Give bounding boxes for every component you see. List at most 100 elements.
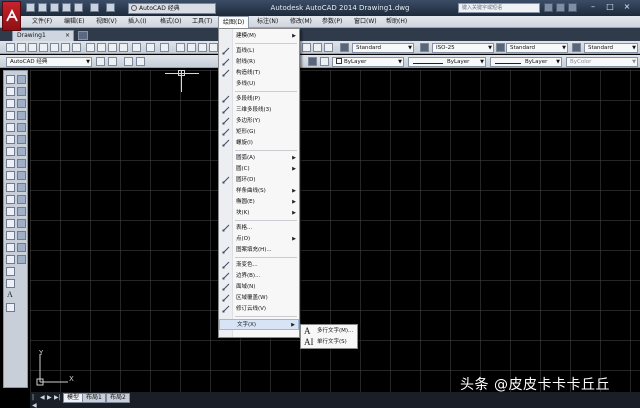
save-icon[interactable]: [50, 3, 59, 12]
menu-window[interactable]: 窗口(W): [350, 16, 381, 28]
prev-tab-icon[interactable]: ◀: [40, 394, 46, 402]
draw-menu-item[interactable]: 射线(R): [219, 57, 299, 68]
design-center-icon[interactable]: [313, 43, 322, 52]
region-tool-icon[interactable]: [6, 267, 15, 276]
draw-menu-item[interactable]: 圆(C) ▶: [219, 164, 299, 175]
new-tab-button[interactable]: [78, 31, 88, 40]
search-icon[interactable]: [544, 3, 553, 12]
block-editor-icon[interactable]: [132, 43, 141, 52]
break-tool-icon[interactable]: [17, 207, 26, 216]
table-tool-icon[interactable]: [6, 279, 15, 288]
hatch-tool-icon[interactable]: [6, 243, 15, 252]
line-tool-icon[interactable]: [6, 75, 15, 84]
autocad-logo[interactable]: [2, 1, 21, 31]
insert-block-tool-icon[interactable]: [6, 207, 15, 216]
menu-help[interactable]: 帮助(H): [382, 16, 411, 28]
draw-menu-item[interactable]: 点(O) ▶: [219, 234, 299, 245]
search-input[interactable]: 键入关键字或短语: [458, 3, 540, 13]
polyline-tool-icon[interactable]: [6, 99, 15, 108]
draw-menu-item[interactable]: 椭圆(E) ▶: [219, 197, 299, 208]
make-current-icon[interactable]: [308, 57, 317, 66]
save-as-icon[interactable]: [62, 3, 71, 12]
menu-dimension[interactable]: 标注(N): [253, 16, 282, 28]
match-properties-icon[interactable]: [119, 43, 128, 52]
workspace-toolbar-select[interactable]: AutoCAD 经典 ▼: [6, 57, 92, 67]
fillet-tool-icon[interactable]: [17, 243, 26, 252]
layer-previous-icon[interactable]: [124, 57, 133, 66]
draw-menu-item[interactable]: 多段线(P): [219, 94, 299, 105]
single-text-menu-item[interactable]: AI 单行文字(S): [301, 337, 357, 348]
redo-icon[interactable]: [160, 43, 169, 52]
cut-icon[interactable]: [86, 43, 95, 52]
workspace-select[interactable]: AutoCAD 经典: [128, 3, 216, 14]
menu-insert[interactable]: 插入(I): [124, 16, 150, 28]
menu-modify[interactable]: 修改(M): [286, 16, 316, 28]
tab-model[interactable]: 模型: [63, 393, 84, 403]
rectangle-tool-icon[interactable]: [6, 123, 15, 132]
zoom-realtime-icon[interactable]: [187, 43, 196, 52]
draw-menu-item[interactable]: 渐变色...: [219, 260, 299, 271]
draw-menu-item[interactable]: 修订云线(V): [219, 304, 299, 315]
save-icon[interactable]: [28, 43, 37, 52]
close-button[interactable]: ×: [620, 2, 634, 13]
draw-menu-item[interactable]: 边界(B)...: [219, 271, 299, 282]
next-tab-icon[interactable]: ▶: [47, 394, 53, 402]
plotstyle-select[interactable]: ByColor ▼: [566, 57, 638, 67]
minimize-button[interactable]: –: [586, 2, 600, 13]
new-file-icon[interactable]: [26, 3, 35, 12]
draw-menu-item[interactable]: 三维多段线(3): [219, 105, 299, 116]
layer-manager-icon[interactable]: [108, 57, 117, 66]
lineweight-select[interactable]: ByLayer ▼: [490, 57, 562, 67]
publish-icon[interactable]: [61, 43, 70, 52]
draw-menu-item[interactable]: 螺旋(I): [219, 138, 299, 149]
ellipse-tool-icon[interactable]: [6, 183, 15, 192]
draw-menu-item[interactable]: 表格...: [219, 223, 299, 234]
last-tab-icon[interactable]: ▶|: [54, 394, 61, 402]
mtext-menu-item[interactable]: A 多行文字(M)...: [301, 326, 357, 337]
mtext-tool-icon[interactable]: A: [7, 290, 13, 299]
polygon-tool-icon[interactable]: [6, 111, 15, 120]
undo-icon[interactable]: [146, 43, 155, 52]
chamfer-tool-icon[interactable]: [17, 231, 26, 240]
tab-drawing1[interactable]: Drawing1 ×: [12, 30, 74, 41]
first-tab-icon[interactable]: |◀: [32, 394, 38, 408]
draw-menu-item[interactable]: 圆环(D): [219, 175, 299, 186]
mirror-tool-icon[interactable]: [17, 99, 26, 108]
open-file-icon[interactable]: [38, 3, 47, 12]
gradient-tool-icon[interactable]: [6, 255, 15, 264]
color-select[interactable]: ByLayer ▼: [332, 57, 404, 67]
arc-tool-icon[interactable]: [6, 135, 15, 144]
menu-edit[interactable]: 编辑(E): [60, 16, 88, 28]
point-tool-icon[interactable]: [6, 231, 15, 240]
menu-draw[interactable]: 绘图(D): [218, 16, 250, 28]
tab-layout2[interactable]: 布局2: [106, 393, 130, 403]
layer-state-icon[interactable]: [136, 57, 145, 66]
draw-menu-item[interactable]: 多线(U): [219, 79, 299, 90]
pan-icon[interactable]: [176, 43, 185, 52]
layer-isolate-icon[interactable]: [320, 57, 329, 66]
text-style-select[interactable]: Standard ▼: [352, 43, 414, 53]
draw-menu-item[interactable]: 样条曲线(S) ▶: [219, 186, 299, 197]
menu-file[interactable]: 文件(F): [28, 16, 56, 28]
trim-tool-icon[interactable]: [17, 183, 26, 192]
user-icon[interactable]: [556, 3, 565, 12]
draw-menu-item[interactable]: 圆弧(A) ▶: [219, 153, 299, 164]
menu-tools[interactable]: 工具(T): [188, 16, 216, 28]
spline-tool-icon[interactable]: [6, 171, 15, 180]
draw-menu-item[interactable]: 多边形(Y): [219, 116, 299, 127]
offset-tool-icon[interactable]: [17, 111, 26, 120]
table-style-select[interactable]: Standard ▼: [506, 43, 568, 53]
copy-tool-icon[interactable]: [17, 87, 26, 96]
preview-icon[interactable]: [50, 43, 59, 52]
draw-menu-item[interactable]: 文字(X) ▶: [219, 319, 299, 330]
circle-tool-icon[interactable]: [6, 147, 15, 156]
rotate-tool-icon[interactable]: [17, 147, 26, 156]
draw-menu-item[interactable]: 直线(L): [219, 46, 299, 57]
stretch-tool-icon[interactable]: [17, 171, 26, 180]
new-icon[interactable]: [6, 43, 15, 52]
3d-dwf-icon[interactable]: [72, 43, 81, 52]
linetype-select[interactable]: ByLayer ▼: [408, 57, 486, 67]
zoom-previous-icon[interactable]: [209, 43, 218, 52]
join-tool-icon[interactable]: [17, 219, 26, 228]
draw-menu-item[interactable]: 区域覆盖(W): [219, 293, 299, 304]
